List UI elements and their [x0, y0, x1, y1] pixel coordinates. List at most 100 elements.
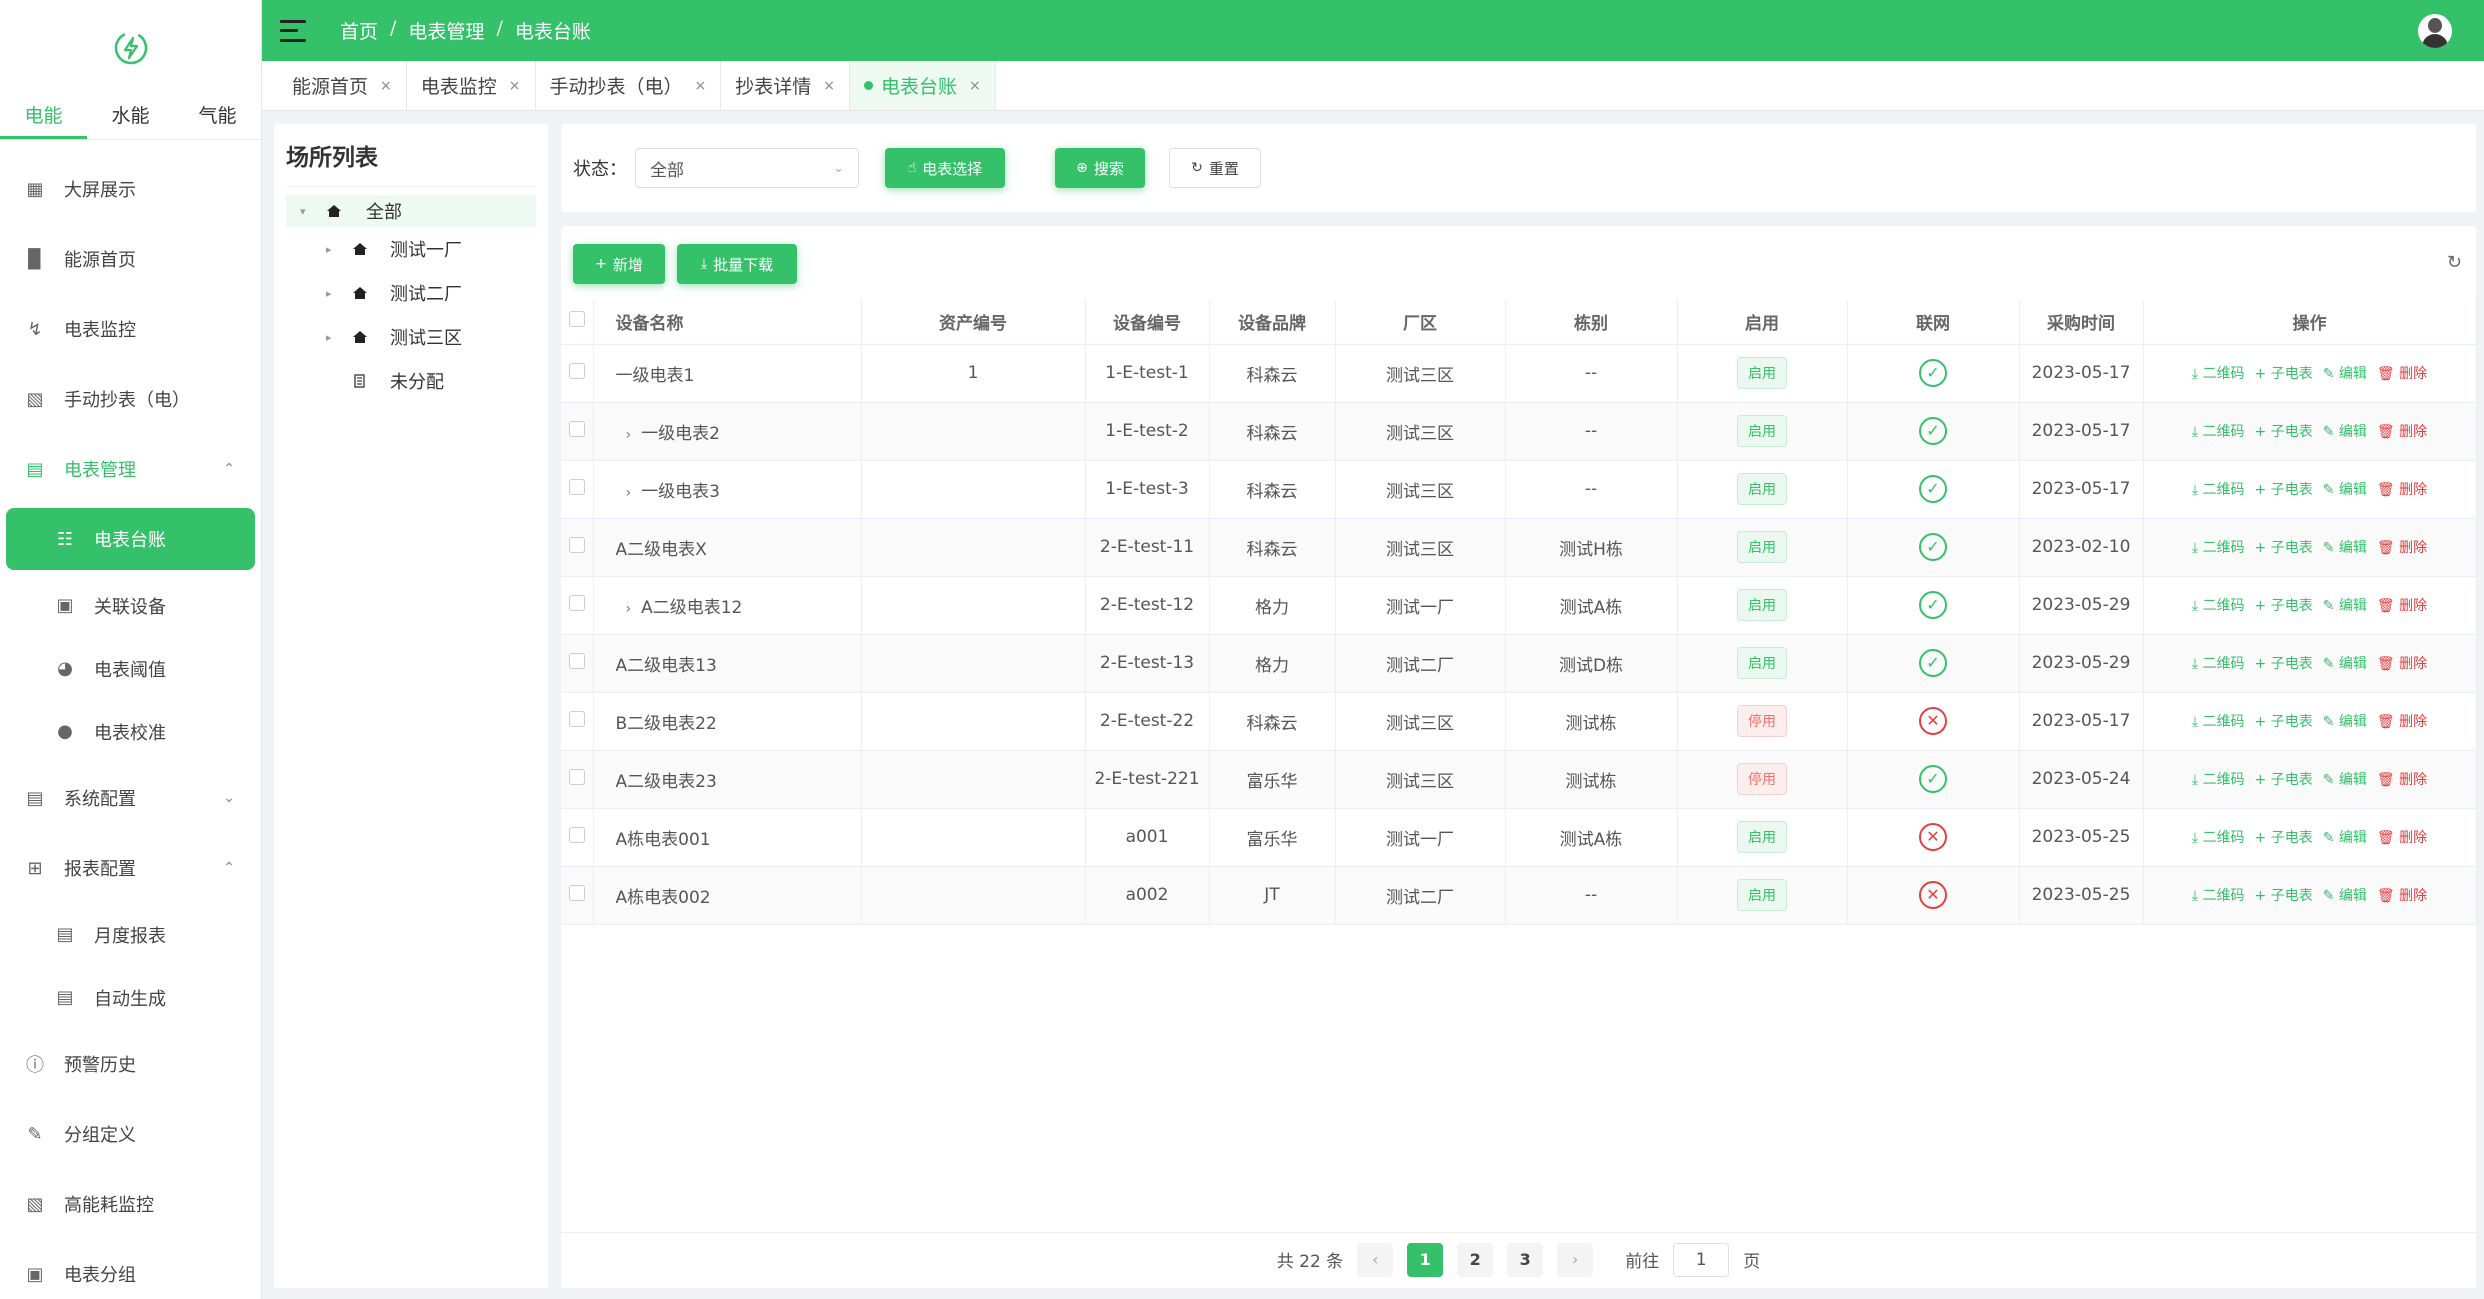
- avatar[interactable]: [2418, 14, 2452, 48]
- tree-node-all[interactable]: ▾ 全部: [286, 195, 536, 227]
- batch-download-button[interactable]: ⤓ 批量下载: [677, 244, 797, 284]
- breadcrumb-home[interactable]: 首页: [340, 17, 378, 44]
- sub-meter-button[interactable]: + 子电表: [2255, 421, 2313, 441]
- tree-node-zone-3[interactable]: ▸ 测试三区: [286, 315, 536, 359]
- expand-chevron-icon[interactable]: ›: [626, 427, 632, 443]
- qrcode-button[interactable]: ⤓ 二维码: [2192, 363, 2245, 383]
- edit-button[interactable]: ✎ 编辑: [2323, 595, 2367, 615]
- next-page-button[interactable]: ›: [1557, 1242, 1594, 1277]
- edit-button[interactable]: ✎ 编辑: [2323, 421, 2367, 441]
- meter-select-button[interactable]: ☝ 电表选择: [885, 148, 1005, 188]
- sub-meter-button[interactable]: + 子电表: [2255, 479, 2313, 499]
- row-checkbox[interactable]: [561, 344, 594, 403]
- close-icon[interactable]: ×: [969, 78, 981, 94]
- goto-page-input[interactable]: 1: [1673, 1242, 1730, 1277]
- edit-button[interactable]: ✎ 编辑: [2323, 363, 2367, 383]
- qrcode-button[interactable]: ⤓ 二维码: [2192, 479, 2245, 499]
- tab-reading-detail[interactable]: 抄表详情 ×: [721, 61, 850, 110]
- qrcode-button[interactable]: ⤓ 二维码: [2192, 653, 2245, 673]
- qrcode-button[interactable]: ⤓ 二维码: [2192, 885, 2245, 905]
- tab-manual-reading[interactable]: 手动抄表（电） ×: [536, 61, 722, 110]
- row-checkbox[interactable]: [561, 866, 594, 925]
- page-2-button[interactable]: 2: [1457, 1242, 1494, 1277]
- tree-node-unassigned[interactable]: 未分配: [286, 359, 536, 403]
- edit-button[interactable]: ✎ 编辑: [2323, 711, 2367, 731]
- tab-meter-monitor[interactable]: 电表监控 ×: [407, 61, 536, 110]
- qrcode-button[interactable]: ⤓ 二维码: [2192, 537, 2245, 557]
- expand-chevron-icon[interactable]: ›: [626, 601, 632, 617]
- row-checkbox[interactable]: [561, 808, 594, 867]
- delete-button[interactable]: 🗑 删除: [2377, 595, 2427, 615]
- menu-manual-reading[interactable]: ▧ 手动抄表（电）: [0, 364, 261, 434]
- breadcrumb-meter-management[interactable]: 电表管理: [408, 17, 484, 44]
- menu-meter-group[interactable]: ▣ 电表分组: [0, 1239, 261, 1299]
- delete-button[interactable]: 🗑 删除: [2377, 885, 2427, 905]
- menu-meter-ledger[interactable]: ☷ 电表台账: [6, 508, 255, 570]
- qrcode-button[interactable]: ⤓ 二维码: [2192, 769, 2245, 789]
- edit-button[interactable]: ✎ 编辑: [2323, 479, 2367, 499]
- sub-meter-button[interactable]: + 子电表: [2255, 711, 2313, 731]
- tab-energy-home[interactable]: 能源首页 ×: [278, 61, 407, 110]
- row-checkbox[interactable]: [561, 460, 594, 519]
- row-checkbox[interactable]: [561, 750, 594, 809]
- sub-meter-button[interactable]: + 子电表: [2255, 769, 2313, 789]
- menu-meter-monitor[interactable]: ↯ 电表监控: [0, 294, 261, 364]
- status-select[interactable]: 全部 ⌄: [635, 148, 859, 188]
- row-checkbox[interactable]: [561, 518, 594, 577]
- sub-meter-button[interactable]: + 子电表: [2255, 363, 2313, 383]
- menu-meter-threshold[interactable]: ◕ 电表阈值: [0, 637, 261, 700]
- caret-right-icon[interactable]: ▸: [326, 287, 338, 300]
- caret-right-icon[interactable]: ▸: [326, 243, 338, 256]
- sub-meter-button[interactable]: + 子电表: [2255, 885, 2313, 905]
- search-button[interactable]: ⊕ 搜索: [1055, 148, 1145, 188]
- delete-button[interactable]: 🗑 删除: [2377, 827, 2427, 847]
- row-checkbox[interactable]: [561, 402, 594, 461]
- tab-water[interactable]: 水能: [87, 96, 174, 139]
- menu-toggle-icon[interactable]: [280, 19, 306, 42]
- tab-electric[interactable]: 电能: [0, 96, 87, 139]
- delete-button[interactable]: 🗑 删除: [2377, 769, 2427, 789]
- tab-meter-ledger[interactable]: 电表台账 ×: [850, 61, 996, 110]
- expand-chevron-icon[interactable]: ›: [626, 485, 632, 501]
- delete-button[interactable]: 🗑 删除: [2377, 363, 2427, 383]
- prev-page-button[interactable]: ‹: [1357, 1242, 1394, 1277]
- qrcode-button[interactable]: ⤓ 二维码: [2192, 827, 2245, 847]
- caret-down-icon[interactable]: ▾: [300, 205, 312, 218]
- page-1-button[interactable]: 1: [1407, 1242, 1444, 1277]
- edit-button[interactable]: ✎ 编辑: [2323, 827, 2367, 847]
- delete-button[interactable]: 🗑 删除: [2377, 711, 2427, 731]
- menu-alert-history[interactable]: ⓘ 预警历史: [0, 1029, 261, 1099]
- menu-group-definition[interactable]: ✎ 分组定义: [0, 1099, 261, 1169]
- tree-node-plant-1[interactable]: ▸ 测试一厂: [286, 227, 536, 271]
- menu-system-config[interactable]: ▤ 系统配置 ⌄: [0, 763, 261, 833]
- menu-high-consumption[interactable]: ▧ 高能耗监控: [0, 1169, 261, 1239]
- sub-meter-button[interactable]: + 子电表: [2255, 653, 2313, 673]
- menu-big-screen[interactable]: ▦ 大屏展示: [0, 154, 261, 224]
- delete-button[interactable]: 🗑 删除: [2377, 421, 2427, 441]
- row-checkbox[interactable]: [561, 576, 594, 635]
- edit-button[interactable]: ✎ 编辑: [2323, 537, 2367, 557]
- qrcode-button[interactable]: ⤓ 二维码: [2192, 711, 2245, 731]
- select-all-checkbox[interactable]: [561, 300, 594, 345]
- caret-right-icon[interactable]: ▸: [326, 331, 338, 344]
- sub-meter-button[interactable]: + 子电表: [2255, 537, 2313, 557]
- page-3-button[interactable]: 3: [1507, 1242, 1544, 1277]
- menu-report-config[interactable]: ⊞ 报表配置 ⌃: [0, 833, 261, 903]
- menu-monthly-report[interactable]: ▤ 月度报表: [0, 903, 261, 966]
- tab-gas[interactable]: 气能: [174, 96, 261, 139]
- row-checkbox[interactable]: [561, 692, 594, 751]
- tree-node-plant-2[interactable]: ▸ 测试二厂: [286, 271, 536, 315]
- add-button[interactable]: + 新增: [573, 244, 665, 284]
- qrcode-button[interactable]: ⤓ 二维码: [2192, 595, 2245, 615]
- edit-button[interactable]: ✎ 编辑: [2323, 653, 2367, 673]
- edit-button[interactable]: ✎ 编辑: [2323, 885, 2367, 905]
- sub-meter-button[interactable]: + 子电表: [2255, 595, 2313, 615]
- row-checkbox[interactable]: [561, 634, 594, 693]
- menu-meter-calibration[interactable]: ● 电表校准: [0, 700, 261, 763]
- delete-button[interactable]: 🗑 删除: [2377, 653, 2427, 673]
- refresh-icon[interactable]: ↻: [2447, 252, 2462, 273]
- close-icon[interactable]: ×: [823, 78, 835, 94]
- edit-button[interactable]: ✎ 编辑: [2323, 769, 2367, 789]
- menu-meter-management[interactable]: ▤ 电表管理 ⌃: [0, 434, 261, 504]
- close-icon[interactable]: ×: [380, 78, 392, 94]
